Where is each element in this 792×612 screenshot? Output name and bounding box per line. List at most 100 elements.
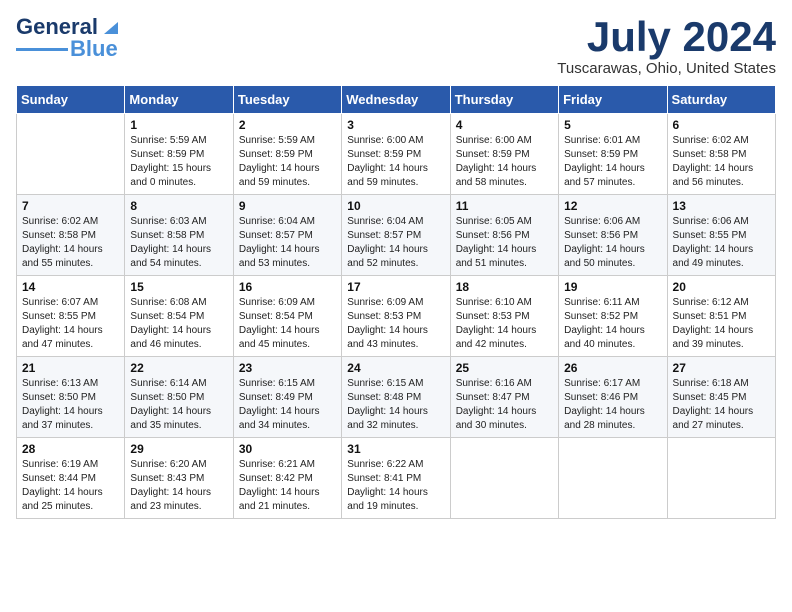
day-number: 15 — [130, 280, 227, 294]
calendar-day-cell: 18Sunrise: 6:10 AMSunset: 8:53 PMDayligh… — [450, 276, 558, 357]
sunset-text: Sunset: 8:54 PM — [239, 310, 336, 324]
sunrise-text: Sunrise: 6:00 AM — [456, 134, 553, 148]
sunrise-text: Sunrise: 6:19 AM — [22, 458, 119, 472]
day-number: 9 — [239, 199, 336, 213]
daylight-text: Daylight: 14 hours and 59 minutes. — [347, 162, 444, 190]
daylight-text: Daylight: 14 hours and 51 minutes. — [456, 243, 553, 271]
day-info: Sunrise: 6:06 AMSunset: 8:55 PMDaylight:… — [673, 215, 770, 271]
day-number: 30 — [239, 442, 336, 456]
calendar-day-cell: 30 Sunrise: 6:21 AMSunset: 8:42 PMDayligh… — [233, 438, 341, 519]
daylight-text: Daylight: 14 hours and 39 minutes. — [673, 324, 770, 352]
sunrise-text: Sunrise: 6:21 AM — [239, 458, 336, 472]
calendar-day-cell: 23Sunrise: 6:15 AMSunset: 8:49 PMDayligh… — [233, 357, 341, 438]
day-number: 31 — [347, 442, 444, 456]
day-info: Sunrise: 6:02 AMSunset: 8:58 PMDaylight:… — [22, 215, 119, 271]
day-number: 29 — [130, 442, 227, 456]
logo-triangle-icon — [100, 18, 118, 36]
calendar-day-cell: 31 Sunrise: 6:22 AMSunset: 8:41 PMDayligh… — [342, 438, 450, 519]
sunset-text: Sunset: 8:56 PM — [456, 229, 553, 243]
daylight-text: Daylight: 14 hours and 58 minutes. — [456, 162, 553, 190]
sunrise-text: Sunrise: 5:59 AM — [239, 134, 336, 148]
daylight-text: Daylight: 14 hours and 49 minutes. — [673, 243, 770, 271]
sunrise-text: Sunrise: 6:16 AM — [456, 377, 553, 391]
day-number: 8 — [130, 199, 227, 213]
day-info: Sunrise: 6:04 AMSunset: 8:57 PMDaylight:… — [347, 215, 444, 271]
day-info: Sunrise: 6:01 AMSunset: 8:59 PMDaylight:… — [564, 134, 661, 190]
day-info: Sunrise: 6:11 AMSunset: 8:52 PMDaylight:… — [564, 296, 661, 352]
daylight-text: Daylight: 14 hours and 57 minutes. — [564, 162, 661, 190]
sunrise-text: Sunrise: 6:10 AM — [456, 296, 553, 310]
calendar-day-cell: 12 Sunrise: 6:06 AMSunset: 8:56 PMDayligh… — [559, 195, 667, 276]
day-info: Sunrise: 5:59 AMSunset: 8:59 PMDaylight:… — [239, 134, 336, 190]
calendar-day-cell: 9Sunrise: 6:04 AMSunset: 8:57 PMDaylight… — [233, 195, 341, 276]
calendar-day-cell — [667, 438, 775, 519]
sunset-text: Sunset: 8:48 PM — [347, 391, 444, 405]
day-number: 20 — [673, 280, 770, 294]
sunrise-text: Sunrise: 6:05 AM — [456, 215, 553, 229]
header-day-thursday: Thursday — [450, 86, 558, 114]
calendar-day-cell: 14Sunrise: 6:07 AMSunset: 8:55 PMDayligh… — [17, 276, 125, 357]
calendar-day-cell: 26Sunrise: 6:17 AMSunset: 8:46 PMDayligh… — [559, 357, 667, 438]
sunset-text: Sunset: 8:57 PM — [347, 229, 444, 243]
header-day-sunday: Sunday — [17, 86, 125, 114]
calendar-day-cell: 24Sunrise: 6:15 AMSunset: 8:48 PMDayligh… — [342, 357, 450, 438]
day-info: Sunrise: 6:05 AMSunset: 8:56 PMDaylight:… — [456, 215, 553, 271]
sunset-text: Sunset: 8:49 PM — [239, 391, 336, 405]
sunset-text: Sunset: 8:53 PM — [347, 310, 444, 324]
logo-general-text: General — [16, 16, 98, 38]
sunrise-text: Sunrise: 6:07 AM — [22, 296, 119, 310]
calendar-day-cell — [450, 438, 558, 519]
sunrise-text: Sunrise: 6:14 AM — [130, 377, 227, 391]
calendar-header-row: SundayMondayTuesdayWednesdayThursdayFrid… — [17, 86, 776, 114]
day-number: 21 — [22, 361, 119, 375]
day-info: Sunrise: 6:15 AMSunset: 8:49 PMDaylight:… — [239, 377, 336, 433]
sunrise-text: Sunrise: 6:06 AM — [564, 215, 661, 229]
calendar-day-cell: 28Sunrise: 6:19 AMSunset: 8:44 PMDayligh… — [17, 438, 125, 519]
header-day-monday: Monday — [125, 86, 233, 114]
daylight-text: Daylight: 14 hours and 53 minutes. — [239, 243, 336, 271]
daylight-text: Daylight: 14 hours and 59 minutes. — [239, 162, 336, 190]
header-day-tuesday: Tuesday — [233, 86, 341, 114]
calendar-day-cell: 22Sunrise: 6:14 AMSunset: 8:50 PMDayligh… — [125, 357, 233, 438]
day-number: 25 — [456, 361, 553, 375]
sunset-text: Sunset: 8:59 PM — [130, 148, 227, 162]
calendar-week-row: 28Sunrise: 6:19 AMSunset: 8:44 PMDayligh… — [17, 438, 776, 519]
calendar-table: SundayMondayTuesdayWednesdayThursdayFrid… — [16, 85, 776, 519]
day-info: Sunrise: 6:09 AMSunset: 8:53 PMDaylight:… — [347, 296, 444, 352]
day-info: Sunrise: 6:06 AMSunset: 8:56 PMDaylight:… — [564, 215, 661, 271]
day-number: 6 — [673, 118, 770, 132]
header-day-friday: Friday — [559, 86, 667, 114]
day-info: Sunrise: 6:19 AMSunset: 8:44 PMDaylight:… — [22, 458, 119, 514]
day-info: Sunrise: 6:00 AMSunset: 8:59 PMDaylight:… — [456, 134, 553, 190]
day-info: Sunrise: 6:22 AMSunset: 8:41 PMDaylight:… — [347, 458, 444, 514]
daylight-text: Daylight: 14 hours and 52 minutes. — [347, 243, 444, 271]
daylight-text: Daylight: 14 hours and 25 minutes. — [22, 486, 119, 514]
sunset-text: Sunset: 8:58 PM — [130, 229, 227, 243]
day-number: 19 — [564, 280, 661, 294]
day-number: 12 — [564, 199, 661, 213]
calendar-week-row: 7Sunrise: 6:02 AMSunset: 8:58 PMDaylight… — [17, 195, 776, 276]
calendar-day-cell: 4Sunrise: 6:00 AMSunset: 8:59 PMDaylight… — [450, 114, 558, 195]
sunrise-text: Sunrise: 6:13 AM — [22, 377, 119, 391]
calendar-day-cell: 7Sunrise: 6:02 AMSunset: 8:58 PMDaylight… — [17, 195, 125, 276]
day-info: Sunrise: 6:03 AMSunset: 8:58 PMDaylight:… — [130, 215, 227, 271]
calendar-week-row: 1Sunrise: 5:59 AMSunset: 8:59 PMDaylight… — [17, 114, 776, 195]
sunset-text: Sunset: 8:42 PM — [239, 472, 336, 486]
sunset-text: Sunset: 8:46 PM — [564, 391, 661, 405]
sunrise-text: Sunrise: 6:02 AM — [22, 215, 119, 229]
sunset-text: Sunset: 8:59 PM — [564, 148, 661, 162]
day-number: 18 — [456, 280, 553, 294]
sunset-text: Sunset: 8:53 PM — [456, 310, 553, 324]
calendar-day-cell: 20Sunrise: 6:12 AMSunset: 8:51 PMDayligh… — [667, 276, 775, 357]
sunset-text: Sunset: 8:57 PM — [239, 229, 336, 243]
daylight-text: Daylight: 14 hours and 47 minutes. — [22, 324, 119, 352]
day-number: 2 — [239, 118, 336, 132]
sunset-text: Sunset: 8:59 PM — [239, 148, 336, 162]
sunset-text: Sunset: 8:59 PM — [456, 148, 553, 162]
day-number: 17 — [347, 280, 444, 294]
calendar-day-cell: 6Sunrise: 6:02 AMSunset: 8:58 PMDaylight… — [667, 114, 775, 195]
day-number: 1 — [130, 118, 227, 132]
logo-blue-text: Blue — [70, 38, 118, 60]
day-info: Sunrise: 6:21 AMSunset: 8:42 PMDaylight:… — [239, 458, 336, 514]
sunset-text: Sunset: 8:58 PM — [22, 229, 119, 243]
